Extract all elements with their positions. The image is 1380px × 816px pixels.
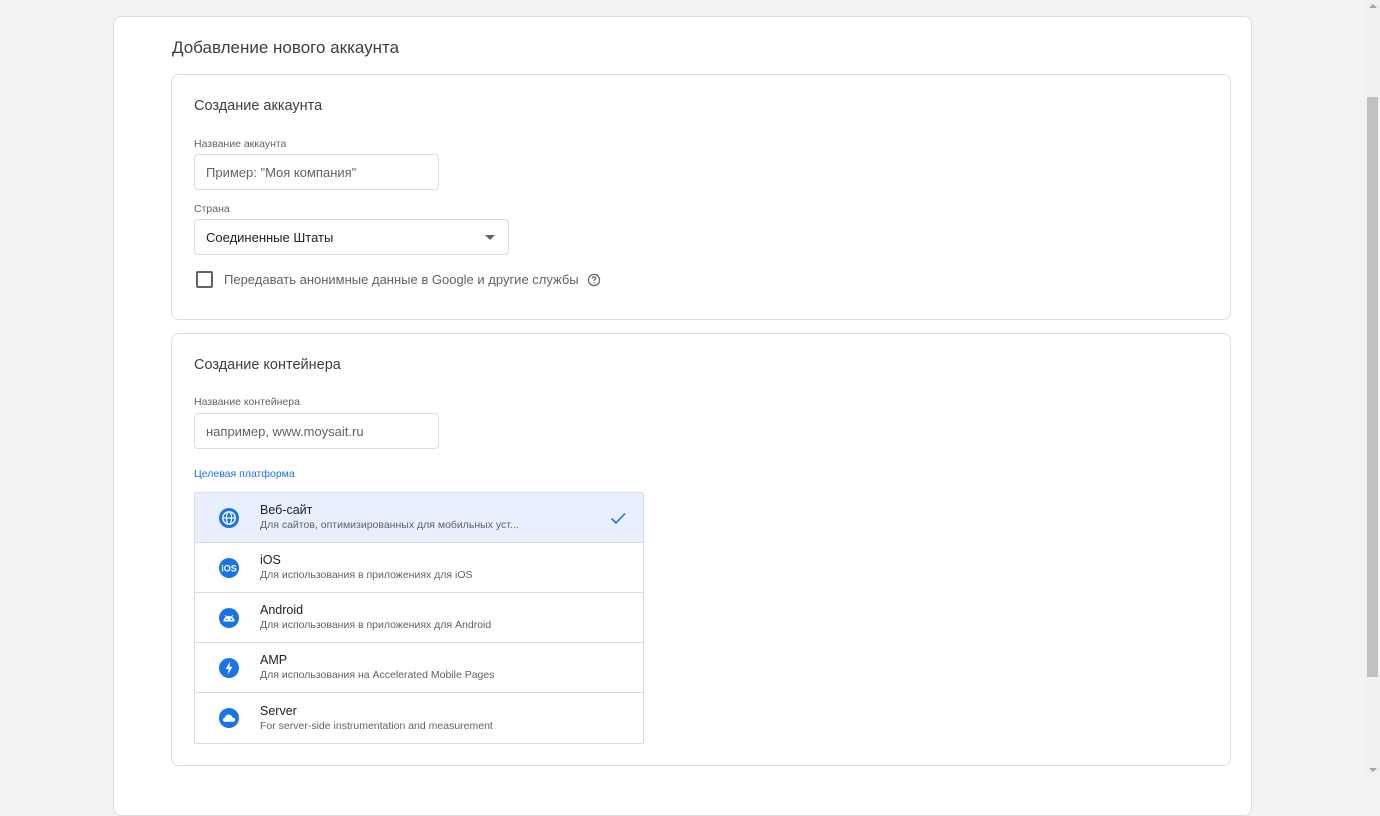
- globe-icon: [218, 507, 240, 529]
- cloud-icon: [218, 707, 240, 729]
- check-icon: [609, 509, 627, 532]
- platform-option-amp[interactable]: AMP Для использования на Accelerated Mob…: [195, 643, 643, 693]
- share-data-label[interactable]: Передавать анонимные данные в Google и д…: [224, 272, 579, 287]
- country-select[interactable]: Соединенные Штаты: [194, 219, 509, 255]
- platform-description: Для использования в приложениях для Andr…: [260, 619, 492, 631]
- page-title: Добавление нового аккаунта: [172, 38, 400, 57]
- container-name-input[interactable]: [194, 413, 439, 449]
- platform-option-server[interactable]: Server For server-side instrumentation a…: [195, 693, 643, 743]
- container-section-title: Создание контейнера: [194, 357, 341, 373]
- platform-option-web[interactable]: Веб-сайт Для сайтов, оптимизированных дл…: [195, 493, 643, 543]
- scrollbar-track[interactable]: [1365, 0, 1380, 776]
- android-icon: [218, 607, 240, 629]
- account-name-label: Название аккаунта: [194, 138, 287, 150]
- country-select-value: Соединенные Штаты: [206, 229, 334, 245]
- container-section: Создание контейнера Название контейнера …: [171, 333, 1231, 766]
- help-icon[interactable]: [587, 273, 601, 287]
- country-label: Страна: [194, 203, 230, 215]
- account-name-input[interactable]: [194, 154, 439, 190]
- platform-name: Server: [260, 703, 297, 718]
- platform-description: Для использования в приложениях для iOS: [260, 569, 473, 581]
- scrollbar-thumb[interactable]: [1367, 97, 1378, 677]
- platform-option-android[interactable]: Android Для использования в приложениях …: [195, 593, 643, 643]
- platform-list: Веб-сайт Для сайтов, оптимизированных дл…: [194, 492, 644, 744]
- platform-description: Для сайтов, оптимизированных для мобильн…: [260, 519, 519, 531]
- share-data-checkbox[interactable]: [196, 271, 213, 288]
- container-name-label: Название контейнера: [194, 396, 300, 408]
- scroll-down-arrow-icon[interactable]: [1369, 768, 1377, 772]
- platform-name: AMP: [260, 653, 288, 667]
- platform-name: Android: [260, 603, 304, 617]
- svg-text:iOS: iOS: [221, 563, 237, 573]
- account-setup-card: Добавление нового аккаунта Создание акка…: [113, 16, 1252, 816]
- share-data-row: Передавать анонимные данные в Google и д…: [196, 271, 601, 288]
- account-section: Создание аккаунта Название аккаунта Стра…: [171, 74, 1231, 320]
- dropdown-arrow-icon: [485, 234, 495, 240]
- account-section-title: Создание аккаунта: [194, 98, 323, 114]
- target-platform-label: Целевая платформа: [194, 468, 295, 480]
- platform-description: For server-side instrumentation and meas…: [260, 719, 493, 732]
- platform-option-ios[interactable]: iOS iOS Для использования в приложениях …: [195, 543, 643, 593]
- ios-icon: iOS: [218, 557, 240, 579]
- amp-bolt-icon: [218, 657, 240, 679]
- platform-name: Веб-сайт: [260, 503, 313, 517]
- scroll-up-arrow-icon[interactable]: [1369, 4, 1377, 8]
- platform-description: Для использования на Accelerated Mobile …: [260, 669, 495, 681]
- platform-name: iOS: [260, 553, 281, 567]
